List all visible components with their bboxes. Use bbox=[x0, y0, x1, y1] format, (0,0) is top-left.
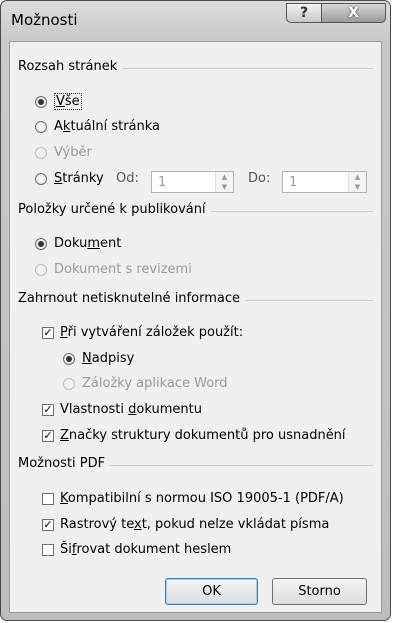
dialog-body: Rozsah stránek Vše Aktuální stránka Výbě… bbox=[9, 41, 382, 613]
checkbox-encrypt-label: Šifrovat dokument heslem bbox=[60, 542, 232, 557]
from-label: Od: bbox=[116, 171, 139, 186]
group-label-publish: Položky určené k publikování bbox=[18, 202, 211, 217]
radio-all-label: Vše bbox=[54, 93, 82, 110]
to-label: Do: bbox=[248, 171, 271, 186]
checkbox-unchecked[interactable] bbox=[42, 543, 54, 556]
from-spinner-arrows[interactable]: ▲ ▼ bbox=[215, 172, 233, 192]
radio-word-bookmarks: Záložky aplikace Word bbox=[63, 376, 228, 391]
group-label-pdf: Možnosti PDF bbox=[18, 456, 111, 471]
checkbox-checked-icon[interactable]: ✓ bbox=[42, 403, 54, 416]
checkbox-create-bookmarks-label: Při vytváření záložek použít: bbox=[60, 325, 244, 340]
close-button[interactable]: X bbox=[321, 3, 386, 23]
checkbox-checked-icon[interactable]: ✓ bbox=[42, 429, 54, 442]
group-label-include: Zahrnout netisknutelné informace bbox=[18, 291, 245, 306]
radio-pages[interactable]: Stránky bbox=[35, 171, 104, 186]
checkbox-encrypt[interactable]: Šifrovat dokument heslem bbox=[42, 542, 231, 557]
radio-indicator bbox=[35, 263, 47, 276]
from-value[interactable]: 1 bbox=[158, 175, 166, 190]
checkbox-structure-tags-label: Značky struktury dokumentů pro usnadnění bbox=[60, 428, 346, 443]
spin-down-icon[interactable]: ▼ bbox=[216, 182, 233, 192]
title-bar[interactable]: Možnosti ? X bbox=[1, 1, 390, 41]
group-label-page-range: Rozsah stránek bbox=[18, 59, 123, 74]
to-value[interactable]: 1 bbox=[289, 175, 297, 190]
radio-headings[interactable]: Nadpisy bbox=[63, 351, 134, 366]
dialog-title: Možnosti bbox=[11, 11, 78, 29]
radio-indicator[interactable] bbox=[35, 172, 47, 185]
options-dialog: Možnosti ? X Rozsah stránek Vše Aktuální… bbox=[0, 0, 391, 621]
checkbox-checked-icon[interactable]: ✓ bbox=[42, 326, 54, 339]
ok-button[interactable]: OK bbox=[165, 578, 258, 605]
radio-indicator[interactable] bbox=[63, 352, 75, 365]
spin-down-icon[interactable]: ▼ bbox=[349, 182, 366, 192]
radio-current-page-label: Aktuální stránka bbox=[54, 119, 161, 134]
radio-document-with-revisions: Dokument s revizemi bbox=[35, 262, 192, 277]
radio-document[interactable]: Dokument bbox=[35, 236, 121, 251]
checkbox-document-properties[interactable]: ✓ Vlastnosti dokumentu bbox=[42, 402, 202, 417]
radio-current-page[interactable]: Aktuální stránka bbox=[35, 119, 160, 134]
radio-indicator bbox=[63, 377, 75, 390]
cancel-button[interactable]: Storno bbox=[272, 578, 367, 605]
checkbox-structure-tags[interactable]: ✓ Značky struktury dokumentů pro usnadně… bbox=[42, 428, 346, 443]
radio-indicator bbox=[35, 146, 47, 159]
checkbox-bitmap-text-label: Rastrový text, pokud nelze vkládat písma bbox=[60, 517, 330, 532]
help-button[interactable]: ? bbox=[286, 3, 322, 23]
from-spinner[interactable]: 1 ▲ ▼ bbox=[151, 171, 234, 193]
checkbox-pdfa-label: Kompatibilní s normou ISO 19005-1 (PDF/A… bbox=[60, 491, 344, 506]
checkbox-document-properties-label: Vlastnosti dokumentu bbox=[60, 402, 202, 417]
radio-all[interactable]: Vše bbox=[35, 93, 82, 110]
radio-word-bookmarks-label: Záložky aplikace Word bbox=[82, 376, 228, 391]
help-icon: ? bbox=[299, 5, 309, 21]
radio-indicator[interactable] bbox=[35, 237, 47, 250]
radio-selection: Výběr bbox=[35, 145, 92, 160]
radio-headings-label: Nadpisy bbox=[82, 351, 135, 366]
checkbox-unchecked[interactable] bbox=[42, 492, 54, 505]
radio-indicator[interactable] bbox=[35, 95, 47, 108]
checkbox-create-bookmarks[interactable]: ✓ Při vytváření záložek použít: bbox=[42, 325, 243, 340]
spin-up-icon[interactable]: ▲ bbox=[216, 172, 233, 182]
radio-indicator[interactable] bbox=[35, 120, 47, 133]
close-icon: X bbox=[348, 5, 359, 21]
radio-document-with-revisions-label: Dokument s revizemi bbox=[54, 262, 192, 277]
spin-up-icon[interactable]: ▲ bbox=[349, 172, 366, 182]
radio-selection-label: Výběr bbox=[54, 145, 92, 160]
checkbox-pdfa[interactable]: Kompatibilní s normou ISO 19005-1 (PDF/A… bbox=[42, 491, 344, 506]
checkbox-checked-icon[interactable]: ✓ bbox=[42, 518, 54, 531]
to-spinner[interactable]: 1 ▲ ▼ bbox=[282, 171, 367, 193]
radio-document-label: Dokument bbox=[54, 236, 122, 251]
radio-pages-label: Stránky bbox=[54, 171, 104, 186]
checkbox-bitmap-text[interactable]: ✓ Rastrový text, pokud nelze vkládat pís… bbox=[42, 517, 329, 532]
to-spinner-arrows[interactable]: ▲ ▼ bbox=[348, 172, 366, 192]
